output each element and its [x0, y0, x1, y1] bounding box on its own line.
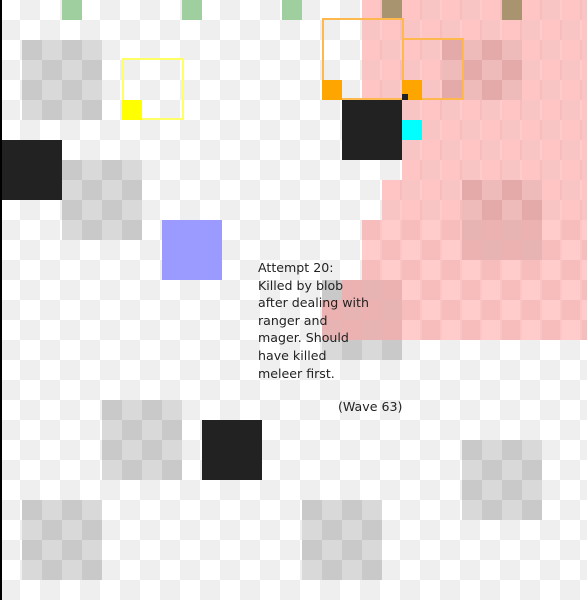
danger-zone: [362, 220, 587, 280]
danger-zone: [342, 280, 587, 300]
black-dot-icon: [402, 94, 408, 100]
pillar-block: [22, 500, 102, 580]
pillar-block: [462, 440, 542, 520]
blob-icon: [322, 80, 342, 100]
map-left-edge: [0, 0, 2, 600]
black-obstacle: [202, 420, 262, 480]
player-icon: [122, 100, 142, 120]
green-tile: [182, 0, 202, 20]
wave-label: (Wave 63): [338, 399, 403, 414]
black-obstacle: [342, 100, 402, 160]
pillar-block: [302, 500, 382, 580]
green-tile: [282, 0, 302, 20]
blue-tile: [162, 220, 222, 280]
olive-tile: [502, 0, 522, 20]
pillar-block: [62, 160, 142, 240]
danger-zone: [402, 160, 587, 180]
danger-zone: [382, 180, 587, 220]
black-obstacle: [2, 140, 62, 200]
attempt-note: Attempt 20: Killed by blob after dealing…: [258, 260, 369, 381]
pillar-block: [22, 40, 102, 120]
pillar-block: [102, 400, 182, 480]
green-tile: [62, 0, 82, 20]
cyan-marker-icon: [402, 120, 422, 140]
olive-tile: [382, 0, 402, 20]
